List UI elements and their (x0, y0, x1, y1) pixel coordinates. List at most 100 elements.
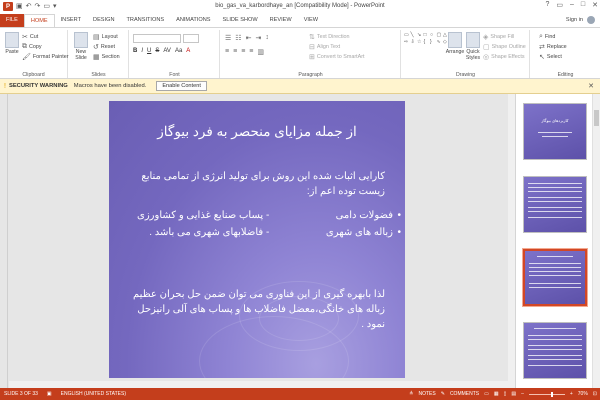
shape-arrow-icon[interactable]: ↘ (417, 32, 423, 38)
slide-sorter-icon[interactable]: ▦ (494, 391, 499, 397)
shape-line-icon[interactable]: ╲ (411, 32, 417, 38)
section-button[interactable]: ▦ Section (93, 52, 120, 62)
enable-content-button[interactable]: Enable Content (156, 81, 207, 91)
bold-button[interactable]: B (133, 48, 137, 54)
align-text-icon: ⊟ (309, 44, 315, 51)
shape-oval-icon[interactable]: ○ (430, 32, 436, 38)
reset-button[interactable]: ↺ Reset (93, 42, 120, 52)
tab-review[interactable]: REVIEW (264, 14, 298, 27)
new-slide-button[interactable]: New Slide (72, 32, 90, 61)
current-slide[interactable]: از جمله مزایای منحصر به فرد بیوگاز کارای… (109, 101, 405, 378)
shape-star-icon[interactable]: ☆ (417, 39, 423, 45)
editor-vertical-scrollbar[interactable] (508, 94, 515, 381)
replace-icon: ⇄ (539, 44, 545, 51)
shape-effects-button[interactable]: ◎ Shape Effects (483, 52, 526, 62)
align-text-button[interactable]: ⊟ Align Text (309, 42, 365, 52)
fit-slide-icon[interactable]: ⊡ (593, 391, 597, 397)
zoom-slider[interactable] (528, 391, 565, 397)
change-case-button[interactable]: Aa (175, 48, 182, 54)
shape-rect-icon[interactable]: □ (424, 32, 430, 38)
thumbnail-scrollbar[interactable] (592, 94, 600, 388)
minimize-icon[interactable]: – (570, 1, 574, 9)
character-spacing-button[interactable]: AV (163, 48, 171, 54)
editor-horizontal-scrollbar[interactable] (9, 381, 515, 388)
ribbon-display-options-icon[interactable]: ▭ (556, 1, 563, 9)
slideshow-view-icon[interactable]: ▤ (511, 391, 516, 397)
slide-thumbnail-pane: کاربردهای بیوگاز 1 2 3 4 (515, 94, 600, 388)
shape-brace-icon[interactable]: { (424, 39, 430, 45)
thumbnail-scrollbar-handle[interactable] (594, 110, 599, 126)
shape-textbox-icon[interactable]: ▭ (404, 32, 410, 38)
layout-icon: ▤ (93, 34, 100, 41)
font-size-dropdown[interactable] (183, 34, 199, 43)
justify-icon[interactable]: ≡ (249, 48, 253, 56)
close-icon[interactable]: ✕ (592, 1, 598, 9)
italic-button[interactable]: I (141, 48, 143, 54)
collapsed-outline-pane[interactable] (0, 94, 8, 388)
slide-intro-text[interactable]: کارایی اثبات شده این روش برای تولید انرژ… (129, 169, 385, 199)
spellcheck-icon[interactable]: ▣ (47, 391, 52, 397)
select-button[interactable]: ↖ Select (539, 52, 567, 62)
tab-view[interactable]: VIEW (298, 14, 324, 27)
tab-file[interactable]: FILE (0, 14, 24, 27)
shape-down-arrow-icon[interactable]: ⇩ (411, 39, 417, 45)
strikethrough-button[interactable]: S (155, 48, 159, 54)
help-icon[interactable]: ? (545, 1, 549, 9)
font-name-dropdown[interactable] (133, 34, 181, 43)
slide-outro-text[interactable]: لذا بابهره گیری از این فناوری می توان ضم… (129, 287, 385, 332)
align-right-icon[interactable]: ≡ (241, 48, 245, 56)
zoom-out-icon[interactable]: – (521, 391, 524, 397)
tab-transitions[interactable]: TRANSITIONS (120, 14, 170, 27)
slide-thumbnail-2[interactable] (523, 176, 587, 233)
arrange-button[interactable]: Arrange (446, 32, 464, 55)
maximize-icon[interactable]: □ (581, 1, 585, 9)
underline-button[interactable]: U (147, 48, 151, 54)
find-button[interactable]: ⌕ Find (539, 32, 567, 42)
bullets-icon[interactable]: ☰ (225, 34, 231, 42)
cut-button[interactable]: ✂ Cut (22, 32, 69, 42)
sign-in[interactable]: Sign in (566, 16, 595, 24)
convert-smartart-button[interactable]: ⊞ Convert to SmartArt (309, 52, 365, 62)
sign-in-label[interactable]: Sign in (566, 17, 583, 23)
align-center-icon[interactable]: ≡ (233, 48, 237, 56)
slide-thumbnail-1[interactable]: کاربردهای بیوگاز (523, 103, 587, 160)
shape-right-arrow-icon[interactable]: ⇨ (404, 39, 410, 45)
zoom-level[interactable]: 70% (578, 391, 588, 397)
quick-styles-button[interactable]: Quick Styles (464, 32, 482, 61)
shape-fill-button[interactable]: ◈ Shape Fill (483, 32, 526, 42)
slide-title[interactable]: از جمله مزایای منحصر به فرد بیوگاز (119, 124, 395, 140)
slide-thumbnail-3[interactable] (522, 248, 588, 307)
zoom-in-icon[interactable]: + (570, 391, 573, 397)
paste-button[interactable]: Paste (3, 32, 21, 55)
shape-outline-button[interactable]: ▢ Shape Outline (483, 42, 526, 52)
replace-button[interactable]: ⇄ Replace (539, 42, 567, 52)
slide-items-list[interactable]: فضولات دامی - پساب صنایع غذایی و کشاورزی… (137, 207, 401, 241)
copy-button[interactable]: ⧉ Copy (22, 42, 69, 52)
tab-slide-show[interactable]: SLIDE SHOW (217, 14, 264, 27)
numbering-icon[interactable]: ☷ (235, 34, 241, 42)
close-warning-icon[interactable]: ✕ (588, 82, 594, 90)
language-indicator[interactable]: ENGLISH (UNITED STATES) (61, 391, 126, 397)
slide-thumbnail-4[interactable] (523, 322, 587, 379)
shape-curve-icon[interactable]: ∿ (437, 39, 443, 45)
shape-rounded-icon[interactable]: ▢ (437, 32, 443, 38)
shape-brace2-icon[interactable]: } (430, 39, 436, 45)
line-spacing-icon[interactable]: ↕ (265, 34, 269, 42)
comments-button[interactable]: COMMENTS (450, 391, 479, 397)
text-direction-button[interactable]: ⇅ Text Direction (309, 32, 365, 42)
increase-indent-icon[interactable]: ⇥ (255, 34, 261, 42)
columns-icon[interactable]: ▥ (257, 48, 264, 56)
tab-animations[interactable]: ANIMATIONS (170, 14, 216, 27)
tab-design[interactable]: DESIGN (87, 14, 120, 27)
font-color-button[interactable]: A (186, 48, 190, 54)
reading-view-icon[interactable]: ▯ (504, 391, 507, 397)
tab-insert[interactable]: INSERT (55, 14, 87, 27)
format-painter-button[interactable]: 🖌 Format Painter (22, 52, 69, 62)
tab-home[interactable]: HOME (23, 14, 55, 27)
notes-button[interactable]: NOTES (419, 391, 436, 397)
avatar-icon[interactable] (587, 16, 595, 24)
normal-view-icon[interactable]: ▭ (484, 391, 489, 397)
decrease-indent-icon[interactable]: ⇤ (246, 34, 252, 42)
layout-button[interactable]: ▤ Layout (93, 32, 120, 42)
align-left-icon[interactable]: ≡ (225, 48, 229, 56)
